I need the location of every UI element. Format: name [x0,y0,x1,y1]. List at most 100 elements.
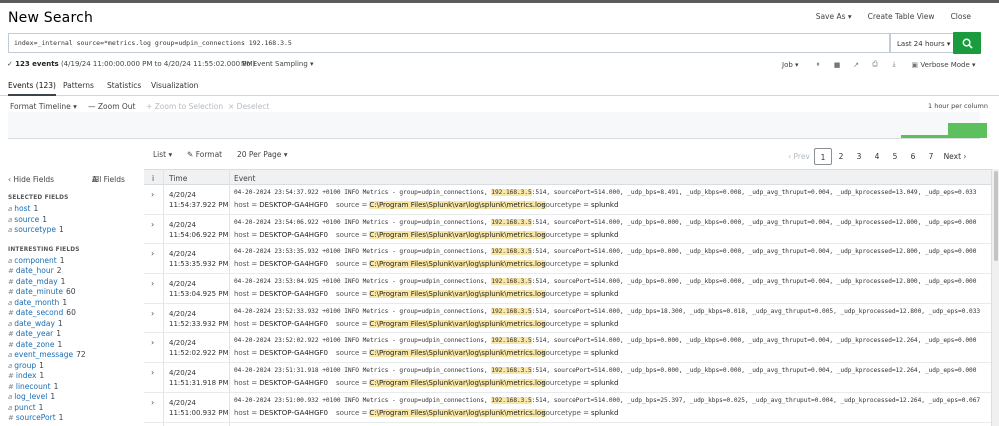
tab-patterns[interactable]: Patterns [63,81,94,96]
print-icon[interactable]: ⎙ [866,60,885,69]
job-dropdown[interactable]: Job ▾ [782,61,799,69]
event-highlight-ip[interactable]: 192.168.3.5 [491,218,532,226]
event-time[interactable]: 4/20/24 11:54:37.922 PM [169,190,229,210]
field-index[interactable]: # index 1 [8,371,143,382]
host-value[interactable]: DESKTOP-GA4HGF0 [259,379,328,387]
host-value[interactable]: DESKTOP-GA4HGF0 [259,349,328,357]
event-time[interactable]: 4/20/24 11:54:06.922 PM [169,220,229,240]
deselect-button[interactable]: × Deselect [228,102,269,111]
timeline-chart[interactable] [8,112,987,139]
field-log-level[interactable]: a log_level 1 [8,392,143,403]
sourcetype-value[interactable]: splunkd [591,409,618,417]
field-host[interactable]: a host 1 [8,204,143,215]
per-page-dropdown[interactable]: 20 Per Page ▾ [237,150,288,159]
search-query[interactable]: index=_internal source=*metrics.log grou… [14,39,292,47]
event-highlight-ip[interactable]: 192.168.3.5 [491,278,532,286]
table-row[interactable]: › 4/20/24 11:51:31.918 PM 04-20-2024 23:51:… [144,363,999,393]
sourcetype-value[interactable]: splunkd [591,349,618,357]
zoom-to-selection-button[interactable]: + Zoom to Selection [146,102,223,111]
close-button[interactable]: Close [951,12,971,21]
host-value[interactable]: DESKTOP-GA4HGF0 [259,290,328,298]
host-value[interactable]: DESKTOP-GA4HGF0 [259,320,328,328]
field-group[interactable]: a group 1 [8,361,143,372]
share-icon[interactable]: ↗ [847,61,866,69]
field-date-minute[interactable]: # date_minute 60 [8,287,143,298]
stop-icon[interactable]: ■ [828,61,847,69]
source-value[interactable]: C:\Program Files\Splunk\var\log\splunk\m… [369,260,546,269]
expand-row-icon[interactable]: › [151,249,154,258]
page-button[interactable]: 6 [904,148,922,165]
field-event-message[interactable]: a event_message 72 [8,350,143,361]
table-row[interactable]: › 4/20/24 11:53:35.932 PM 04-20-2024 23:53:… [144,244,999,275]
table-row[interactable]: › 4/20/24 11:54:37.922 PM 04-20-2024 23:54:… [144,185,999,215]
host-value[interactable]: DESKTOP-GA4HGF0 [259,409,328,417]
expand-row-icon[interactable]: › [151,398,154,407]
timeline-bar[interactable] [948,123,987,138]
search-input[interactable]: index=_internal source=*metrics.log grou… [8,33,890,53]
field-source[interactable]: a source 1 [8,215,143,226]
event-sampling-dropdown[interactable]: No Event Sampling ▾ [241,60,314,68]
field-sourceport[interactable]: # sourcePort 1 [8,413,143,424]
format-timeline-dropdown[interactable]: Format Timeline ▾ [10,102,77,111]
sourcetype-value[interactable]: splunkd [591,320,618,328]
source-value[interactable]: C:\Program Files\Splunk\var\log\splunk\m… [369,230,546,239]
field-linecount[interactable]: # linecount 1 [8,382,143,393]
event-time[interactable]: 4/20/24 11:51:00.932 PM [169,398,229,418]
time-column-header[interactable]: Time [169,174,187,183]
list-dropdown[interactable]: List ▾ [153,150,172,159]
event-highlight-ip[interactable]: 192.168.3.5 [491,307,532,315]
source-value[interactable]: C:\Program Files\Splunk\var\log\splunk\m… [369,379,546,388]
table-row[interactable]: › 4/20/24 11:53:04.925 PM 04-20-2024 23:53:… [144,274,999,304]
field-component[interactable]: a component 1 [8,256,143,267]
format-button[interactable]: ✎ Format [187,150,222,159]
event-time[interactable]: 4/20/24 11:53:04.925 PM [169,279,229,299]
scrollbar[interactable] [991,169,999,426]
page-button[interactable]: 7 [922,148,940,165]
table-row[interactable]: › 4/20/24 11:52:02.922 PM 04-20-2024 23:52:… [144,333,999,364]
table-row[interactable]: › 4/20/24 11:54:06.922 PM 04-20-2024 23:54:… [144,215,999,245]
field-date-mday[interactable]: # date_mday 1 [8,277,143,288]
source-value[interactable]: C:\Program Files\Splunk\var\log\splunk\m… [369,201,546,209]
create-table-view-button[interactable]: Create Table View [868,12,935,21]
source-value[interactable]: C:\Program Files\Splunk\var\log\splunk\m… [369,319,546,328]
expand-row-icon[interactable]: › [151,279,154,288]
table-row[interactable]: › 4/20/24 11:52:33.932 PM 04-20-2024 23:52:… [144,304,999,334]
tab-visualization[interactable]: Visualization [151,81,198,96]
event-time[interactable]: 4/20/24 11:53:35.932 PM [169,249,229,269]
expand-row-icon[interactable]: › [151,338,154,347]
event-highlight-ip[interactable]: 192.168.3.5 [491,367,532,375]
sourcetype-value[interactable]: splunkd [591,201,618,209]
timeline-bar[interactable] [901,135,948,138]
search-button[interactable] [953,32,981,54]
expand-row-icon[interactable]: › [151,309,154,318]
sourcetype-value[interactable]: splunkd [591,260,618,268]
tab-statistics[interactable]: Statistics [107,81,141,96]
sourcetype-value[interactable]: splunkd [591,379,618,387]
prev-page-button[interactable]: ‹ Prev [784,148,814,165]
field-date-year[interactable]: # date_year 1 [8,329,143,340]
field-date-hour[interactable]: # date_hour 2 [8,266,143,277]
host-value[interactable]: DESKTOP-GA4HGF0 [259,201,328,209]
field-date-zone[interactable]: # date_zone 1 [8,340,143,351]
source-value[interactable]: C:\Program Files\Splunk\var\log\splunk\m… [369,408,546,417]
sourcetype-value[interactable]: splunkd [591,290,618,298]
source-value[interactable]: C:\Program Files\Splunk\var\log\splunk\m… [369,349,546,358]
host-value[interactable]: DESKTOP-GA4HGF0 [259,231,328,239]
page-button[interactable]: 5 [886,148,904,165]
tab-events[interactable]: Events (123) [8,81,56,96]
pause-icon[interactable]: ⏸ [809,60,828,69]
page-button[interactable]: 4 [868,148,886,165]
event-highlight-ip[interactable]: 192.168.3.5 [491,337,532,345]
event-time[interactable]: 4/20/24 11:51:31.918 PM [169,368,229,388]
host-value[interactable]: DESKTOP-GA4HGF0 [259,260,328,268]
event-highlight-ip[interactable]: 192.168.3.5 [491,189,532,196]
verbose-mode-dropdown[interactable]: ▣ Verbose Mode ▾ [912,61,976,69]
field-punct[interactable]: a punct 1 [8,403,143,414]
source-value[interactable]: C:\Program Files\Splunk\var\log\splunk\m… [369,290,546,299]
hide-fields-button[interactable]: ‹ Hide Fields [8,175,54,184]
page-button[interactable]: 3 [850,148,868,165]
event-time[interactable]: 4/20/24 11:52:33.932 PM [169,309,229,329]
save-as-button[interactable]: Save As ▾ [816,12,852,21]
field-sourcetype[interactable]: a sourcetype 1 [8,225,143,236]
sourcetype-value[interactable]: splunkd [591,231,618,239]
